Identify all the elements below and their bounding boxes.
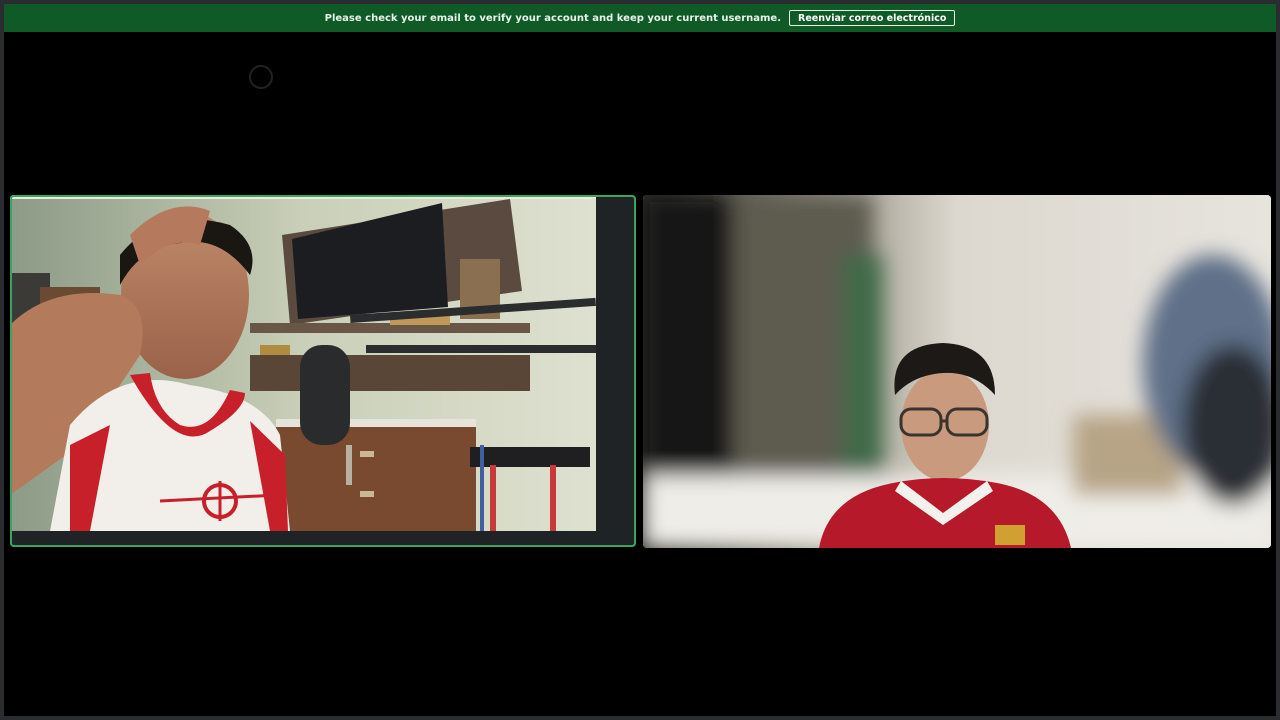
participant-camera-feed-left (10, 195, 596, 531)
participant-video-tile-left[interactable] (10, 195, 636, 547)
call-window: Please check your email to verify your a… (4, 4, 1276, 716)
participant-camera-feed-right (643, 195, 1271, 548)
video-grid (4, 4, 1276, 716)
participant-video-tile-right[interactable] (643, 195, 1271, 548)
